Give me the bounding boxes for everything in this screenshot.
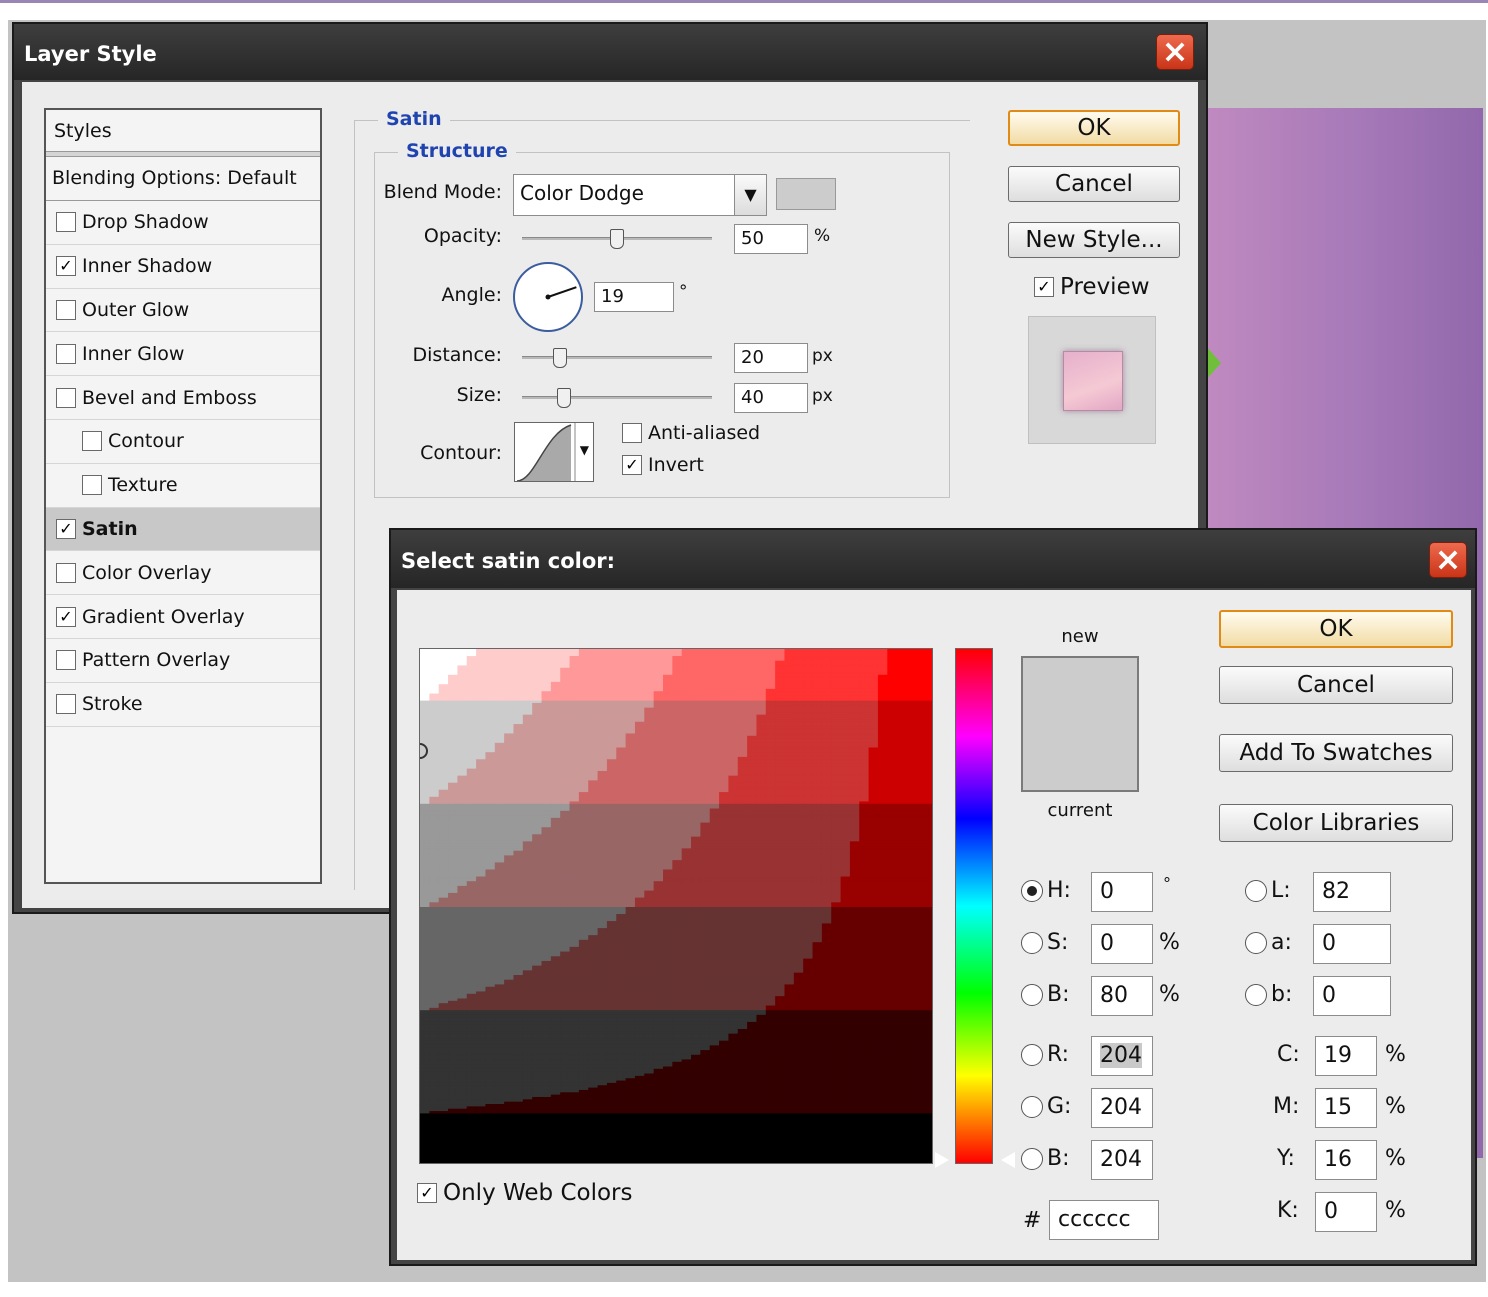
anti-aliased-label: Anti-aliased — [648, 422, 761, 444]
style-item-checkbox-icon[interactable] — [56, 299, 76, 320]
size-slider[interactable] — [522, 388, 712, 408]
chevron-down-icon[interactable]: ▼ — [734, 175, 766, 215]
style-item[interactable]: Contour — [46, 420, 320, 464]
color-picker-body: new current OK Cancel Add To Swatches Co… — [397, 590, 1471, 1260]
style-item[interactable]: ✓ Gradient Overlay — [46, 595, 320, 639]
style-item-checkbox-icon[interactable] — [56, 650, 76, 671]
style-item[interactable]: Outer Glow — [46, 289, 320, 333]
style-item-checkbox-icon[interactable] — [82, 431, 102, 452]
satin-color-swatch[interactable] — [776, 178, 836, 210]
layer-style-title: Layer Style — [24, 42, 157, 66]
size-input[interactable]: 40 — [734, 383, 808, 413]
blending-options-item[interactable]: Blending Options: Default — [46, 157, 320, 201]
color-picker-dialog: Select satin color: × new current OK Can… — [389, 528, 1477, 1266]
style-item-label: Bevel and Emboss — [82, 386, 257, 409]
blend-mode-value: Color Dodge — [520, 181, 644, 205]
cancel-button[interactable]: Cancel — [1008, 166, 1180, 202]
style-item-label: Satin — [82, 517, 138, 540]
anti-aliased-checkbox[interactable]: Anti-aliased — [622, 422, 760, 444]
style-item-label: Drop Shadow — [82, 211, 209, 234]
style-item-label: Gradient Overlay — [82, 605, 245, 628]
style-item-label: Outer Glow — [82, 298, 190, 321]
distance-label: Distance: — [412, 344, 502, 366]
style-item-label: Stroke — [82, 693, 143, 716]
style-item-label: Contour — [108, 430, 184, 453]
angle-unit: ° — [679, 282, 688, 302]
style-item-label: Inner Glow — [82, 342, 185, 365]
style-item-checkbox-icon[interactable]: ✓ — [56, 606, 76, 627]
style-item-checkbox-icon[interactable]: ✓ — [56, 256, 76, 277]
style-item-checkbox-icon[interactable] — [56, 694, 76, 715]
structure-group-title: Structure — [398, 140, 516, 162]
style-item-label: Color Overlay — [82, 561, 212, 584]
contour-dropdown-icon[interactable]: ▼ — [580, 443, 589, 457]
style-item-checkbox-icon[interactable] — [56, 562, 76, 583]
blend-mode-select[interactable]: Color Dodge ▼ — [513, 174, 767, 216]
close-icon[interactable]: × — [1156, 34, 1194, 70]
style-item-checkbox-icon[interactable] — [56, 212, 76, 233]
styles-header[interactable]: Styles — [46, 110, 320, 152]
style-item[interactable]: ✓ Satin — [46, 507, 320, 552]
invert-checkbox[interactable]: ✓ Invert — [622, 454, 704, 476]
angle-dial[interactable] — [513, 262, 583, 332]
color-picker-titlebar[interactable]: Select satin color: × — [391, 530, 1475, 588]
size-unit: px — [812, 386, 833, 406]
opacity-unit: % — [814, 226, 831, 246]
size-label: Size: — [456, 384, 502, 406]
preview-swatch — [1063, 351, 1123, 411]
opacity-label: Opacity: — [423, 225, 502, 247]
preview-check-icon[interactable]: ✓ — [1034, 277, 1054, 297]
distance-input[interactable]: 20 — [734, 343, 808, 373]
layer-style-titlebar[interactable]: Layer Style × — [14, 24, 1206, 80]
style-item[interactable]: ✓ Inner Shadow — [46, 245, 320, 289]
style-item-checkbox-icon[interactable] — [56, 387, 76, 408]
opacity-input[interactable]: 50 — [734, 224, 808, 254]
style-preview — [1028, 316, 1156, 444]
size-slider-thumb[interactable] — [556, 388, 571, 408]
color-field[interactable] — [419, 648, 933, 1164]
opacity-slider-thumb[interactable] — [610, 229, 624, 249]
style-item-label: Pattern Overlay — [82, 649, 231, 672]
satin-group-title: Satin — [378, 108, 450, 130]
distance-slider[interactable] — [522, 348, 712, 368]
contour-picker[interactable]: ▼ — [514, 422, 594, 482]
style-item[interactable]: Texture — [46, 464, 320, 508]
style-item[interactable]: Drop Shadow — [46, 201, 320, 245]
style-item-label: Texture — [108, 474, 178, 497]
contour-label: Contour: — [420, 442, 502, 464]
preview-label: Preview — [1060, 274, 1150, 300]
distance-slider-thumb[interactable] — [553, 348, 567, 368]
distance-unit: px — [812, 346, 833, 366]
style-item-checkbox-icon[interactable]: ✓ — [56, 518, 76, 539]
close-icon[interactable]: × — [1429, 542, 1467, 578]
angle-label: Angle: — [441, 284, 502, 306]
style-item[interactable]: Pattern Overlay — [46, 639, 320, 683]
preview-checkbox[interactable]: ✓ Preview — [1034, 274, 1150, 300]
new-style-button[interactable]: New Style... — [1008, 222, 1180, 258]
top-border-line — [0, 0, 1488, 3]
style-item[interactable]: Inner Glow — [46, 332, 320, 377]
opacity-slider[interactable] — [522, 229, 712, 249]
invert-check-icon[interactable]: ✓ — [622, 455, 642, 475]
anti-aliased-check-icon[interactable] — [622, 423, 642, 443]
style-item-checkbox-icon[interactable] — [82, 475, 102, 496]
style-item-label: Inner Shadow — [82, 255, 213, 278]
invert-label: Invert — [648, 454, 704, 476]
style-items: Drop Shadow ✓ Inner Shadow Outer Glow Inner … — [46, 201, 320, 727]
ok-button[interactable]: OK — [1008, 110, 1180, 146]
style-item[interactable]: Stroke — [46, 683, 320, 727]
style-item[interactable]: Color Overlay — [46, 551, 320, 596]
angle-input[interactable]: 19 — [594, 282, 674, 312]
color-picker-title: Select satin color: — [401, 549, 616, 573]
blend-mode-label: Blend Mode: — [383, 181, 502, 203]
style-item-checkbox-icon[interactable] — [56, 343, 76, 364]
style-item[interactable]: Bevel and Emboss — [46, 376, 320, 420]
styles-list: Styles Blending Options: Default Drop Sh… — [44, 108, 322, 884]
